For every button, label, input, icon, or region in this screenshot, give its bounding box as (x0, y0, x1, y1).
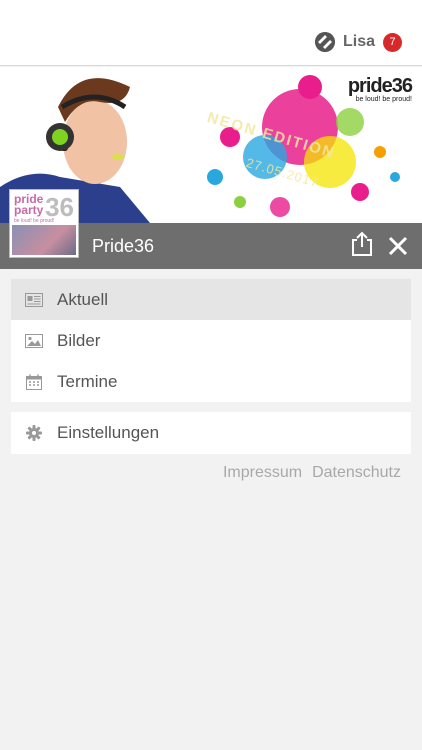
user-menu[interactable]: Lisa 7 (314, 32, 402, 52)
menu-item-termine[interactable]: Termine (11, 361, 411, 402)
thumbnail-tagline: be loud! be proud! (14, 218, 55, 224)
menu-item-label: Aktuell (57, 289, 109, 309)
close-button[interactable] (386, 234, 410, 258)
top-bar: Lisa 7 (0, 0, 422, 66)
notification-badge[interactable]: 7 (383, 32, 402, 52)
profile-logo-icon (314, 32, 335, 52)
share-button[interactable] (350, 231, 374, 257)
close-icon (388, 236, 408, 256)
menu-item-einstellungen[interactable]: Einstellungen (11, 412, 411, 454)
menu-item-aktuell[interactable]: Aktuell (11, 279, 411, 320)
settings-menu: Einstellungen (11, 412, 411, 454)
main-menu: Aktuell Bilder Termine (11, 279, 411, 402)
brand-name: pride36 (347, 75, 413, 97)
thumbnail-photo (12, 225, 76, 255)
menu-item-label: Einstellungen (57, 423, 160, 442)
brand-tagline: be loud! be proud! (355, 96, 412, 103)
thumbnail-line2: party (14, 203, 44, 217)
page-title: Pride36 (92, 236, 155, 256)
datenschutz-link[interactable]: Datenschutz (312, 464, 401, 482)
image-icon (25, 333, 43, 349)
newspaper-icon (25, 292, 43, 308)
calendar-icon (25, 374, 43, 390)
user-name: Lisa (342, 33, 375, 50)
impressum-link[interactable]: Impressum (223, 464, 302, 482)
footer-links: Impressum Datenschutz (223, 464, 401, 482)
brand-logo: pride36 be loud! be proud! (347, 75, 413, 103)
group-title-bar: pride party 36 be loud! be proud! Pride3… (0, 190, 422, 269)
menu-item-bilder[interactable]: Bilder (11, 320, 411, 361)
thumbnail-logo: pride party (14, 193, 44, 217)
share-icon (352, 231, 372, 256)
menu-item-label: Bilder (57, 330, 101, 350)
group-thumbnail[interactable]: pride party 36 be loud! be proud! (10, 190, 78, 257)
gear-icon (25, 425, 43, 441)
menu-item-label: Termine (57, 371, 118, 391)
